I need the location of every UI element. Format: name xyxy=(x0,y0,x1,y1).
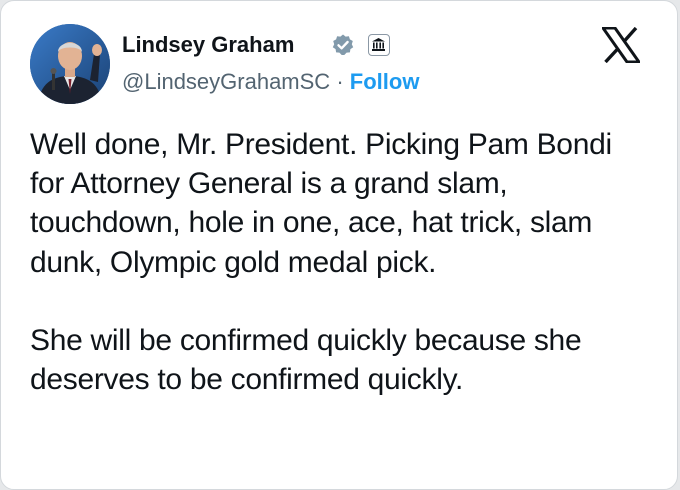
author-meta-row: @LindseyGrahamSC · Follow xyxy=(122,67,419,97)
x-logo-icon[interactable] xyxy=(602,27,640,63)
avatar[interactable] xyxy=(30,24,110,104)
tweet-card: Lindsey Graham @LindseyGrahamSC · Follow… xyxy=(0,0,678,490)
follow-button[interactable]: Follow xyxy=(350,69,420,94)
verified-badge-icon xyxy=(332,34,354,55)
author-display-name[interactable]: Lindsey Graham xyxy=(122,31,294,59)
tweet-paragraph: She will be confirmed quickly because sh… xyxy=(30,323,582,397)
government-building-icon xyxy=(368,34,390,56)
avatar-image xyxy=(30,24,110,104)
separator-dot: · xyxy=(336,69,344,94)
tweet-paragraph: Well done, Mr. President. Picking Pam Bo… xyxy=(30,128,612,279)
author-handle[interactable]: @LindseyGrahamSC xyxy=(122,69,330,94)
tweet-text: Well done, Mr. President. Picking Pam Bo… xyxy=(30,125,650,399)
